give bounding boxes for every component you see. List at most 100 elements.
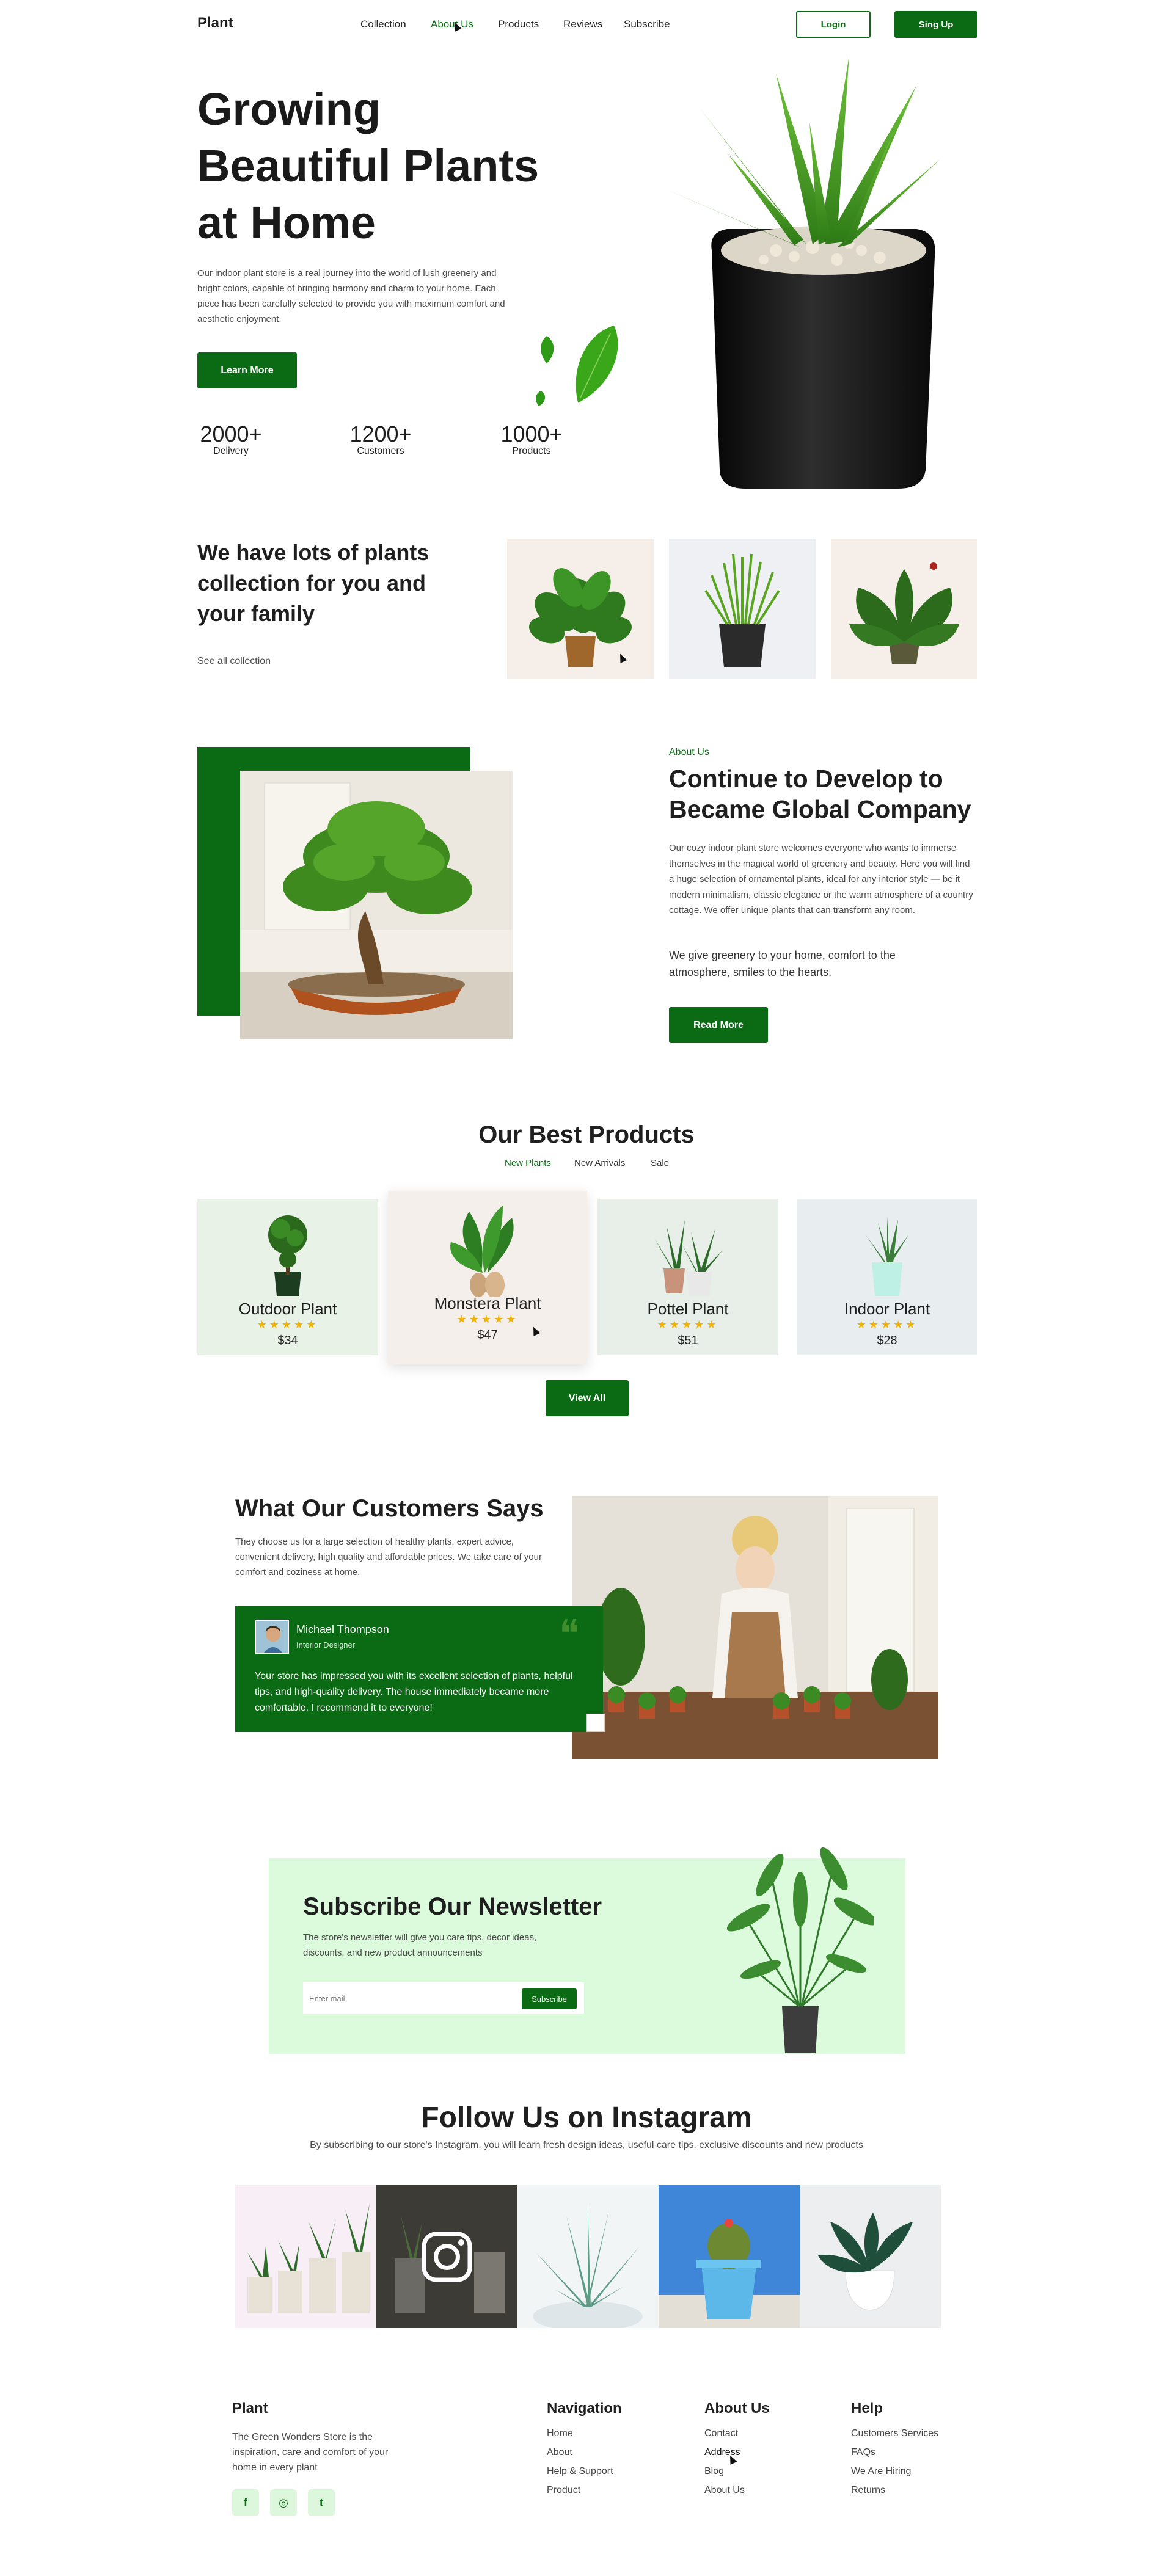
stat-delivery: 2000+ Delivery <box>197 421 265 457</box>
instagram-photo-5[interactable] <box>800 2185 941 2328</box>
product-name: Pottel Plant <box>647 1300 729 1318</box>
hero-title-line-3: at Home <box>197 197 376 248</box>
product-rating: ★★★★★ <box>657 1319 719 1331</box>
nav-collection[interactable]: Collection <box>360 18 406 31</box>
instagram-title: Follow Us on Instagram <box>421 2101 752 2134</box>
newsletter-description: The store's newsletter will give you car… <box>303 1932 537 1958</box>
collection-card-2[interactable] <box>669 539 816 679</box>
product-name: Indoor Plant <box>844 1300 930 1318</box>
quote-icon: ❝ <box>559 1611 580 1656</box>
newsletter-form: Subscribe <box>303 1982 584 2014</box>
falling-leaves-image <box>535 326 618 406</box>
footer-link-hiring[interactable]: We Are Hiring <box>851 2466 911 2477</box>
instagram-photo-1[interactable] <box>235 2185 376 2328</box>
instagram-description: By subscribing to our store's Instagram,… <box>310 2140 863 2150</box>
footer-link-customer-services[interactable]: Customers Services <box>851 2428 938 2439</box>
product-name: Monstera Plant <box>434 1294 541 1312</box>
email-input[interactable] <box>309 1988 492 2008</box>
footer-about-title: About Us <box>704 2400 770 2417</box>
nav-subscribe[interactable]: Subscribe <box>624 18 670 31</box>
footer-link-blog[interactable]: Blog <box>704 2466 724 2477</box>
product-tab-sale[interactable]: Sale <box>651 1158 669 1168</box>
stat-value: 1200+ <box>349 421 412 446</box>
nav-reviews[interactable]: Reviews <box>563 18 602 31</box>
facebook-icon[interactable]: f <box>232 2489 259 2516</box>
footer-link-returns[interactable]: Returns <box>851 2485 885 2496</box>
product-price: $34 <box>277 1334 298 1347</box>
stat-value: 1000+ <box>500 421 563 446</box>
slider-arrow-right[interactable] <box>586 1714 605 1732</box>
product-image <box>654 1220 723 1296</box>
about-title: Continue to Develop to Became Global Com… <box>669 765 971 823</box>
footer-nav-title: Navigation <box>547 2400 622 2417</box>
plant-image <box>849 562 959 664</box>
footer-link-about[interactable]: About <box>547 2447 572 2458</box>
customer-photo <box>572 1496 938 1759</box>
read-more-button[interactable]: Read More <box>669 1007 768 1043</box>
subscribe-button[interactable]: Subscribe <box>522 1988 577 2009</box>
product-rating: ★★★★★ <box>456 1313 519 1325</box>
hero-description: Our indoor plant store is a real journey… <box>197 268 505 324</box>
product-price: $28 <box>877 1334 897 1347</box>
product-image <box>268 1215 307 1296</box>
stat-products: 1000+ Products <box>498 421 565 457</box>
stat-value: 2000+ <box>200 421 262 446</box>
hero-title-line-1: Growing <box>197 84 381 134</box>
bonsai-image <box>240 771 513 1039</box>
newsletter-title: Subscribe Our Newsletter <box>303 1893 602 1920</box>
stat-label: Delivery <box>213 446 249 456</box>
product-tab-new-plants[interactable]: New Plants <box>505 1158 551 1168</box>
login-button[interactable]: Login <box>796 11 871 38</box>
footer-link-faqs[interactable]: FAQs <box>851 2447 875 2458</box>
collection-card-3[interactable] <box>831 539 978 679</box>
footer-link-about-us[interactable]: About Us <box>704 2485 745 2496</box>
about-body: Our cozy indoor plant store welcomes eve… <box>669 843 973 915</box>
palm-plant-image <box>727 1847 874 2053</box>
see-all-collection-link[interactable]: See all collection <box>197 656 271 667</box>
product-rating: ★★★★★ <box>856 1319 918 1331</box>
plant-image <box>704 553 780 667</box>
footer-link-help-support[interactable]: Help & Support <box>547 2466 613 2477</box>
footer-brand[interactable]: Plant <box>232 2400 268 2417</box>
instagram-photo-2[interactable] <box>376 2185 517 2328</box>
footer-help-title: Help <box>851 2400 883 2417</box>
hero-title: Growing Beautiful Plants at Home <box>197 81 539 251</box>
instagram-icon[interactable]: ◎ <box>270 2489 297 2516</box>
nav-products[interactable]: Products <box>498 18 539 31</box>
about-eyebrow: About Us <box>669 747 709 757</box>
hero-title-line-2: Beautiful Plants <box>197 140 539 191</box>
view-all-button[interactable]: View All <box>546 1380 629 1416</box>
instagram-photo-4[interactable] <box>659 2185 800 2328</box>
product-image <box>450 1206 514 1298</box>
product-name: Outdoor Plant <box>238 1300 337 1318</box>
about-tagline: We give greenery to your home, comfort t… <box>669 949 896 978</box>
testimonial-role: Interior Designer <box>296 1640 356 1650</box>
signup-button[interactable]: Sing Up <box>894 11 978 38</box>
learn-more-button[interactable]: Learn More <box>197 352 297 388</box>
plant-image <box>528 568 632 667</box>
footer-brand-text: The Green Wonders Store is the inspirati… <box>232 2432 389 2473</box>
instagram-photo-3[interactable] <box>517 2185 659 2328</box>
product-card-outdoor[interactable]: Outdoor Plant ★★★★★ $34 <box>197 1199 378 1355</box>
product-card-monstera[interactable]: Monstera Plant ★★★★★ $47 <box>388 1191 587 1364</box>
product-card-pottel[interactable]: Pottel Plant ★★★★★ $51 <box>597 1199 778 1355</box>
stat-label: Customers <box>357 446 404 456</box>
products-title: Our Best Products <box>478 1121 695 1148</box>
product-card-indoor[interactable]: Indoor Plant ★★★★★ $28 <box>797 1199 978 1355</box>
footer-link-contact[interactable]: Contact <box>704 2428 738 2439</box>
testimonials-title: What Our Customers Says <box>235 1495 544 1522</box>
collection-title: We have lots of plants collection for yo… <box>197 540 429 626</box>
product-rating: ★★★★★ <box>257 1319 319 1331</box>
stat-label: Products <box>512 446 551 456</box>
testimonials-description: They choose us for a large selection of … <box>235 1537 542 1577</box>
twitter-icon[interactable]: t <box>308 2489 335 2516</box>
footer-link-home[interactable]: Home <box>547 2428 573 2439</box>
product-tab-new-arrivals[interactable]: New Arrivals <box>574 1158 625 1168</box>
testimonial-name: Michael Thompson <box>296 1623 389 1635</box>
hero-plant-image <box>666 55 941 489</box>
product-price: $47 <box>477 1328 498 1342</box>
avatar <box>255 1620 289 1654</box>
collection-card-1[interactable] <box>507 539 654 679</box>
footer-link-product[interactable]: Product <box>547 2485 580 2496</box>
logo[interactable]: Plant <box>197 15 233 32</box>
